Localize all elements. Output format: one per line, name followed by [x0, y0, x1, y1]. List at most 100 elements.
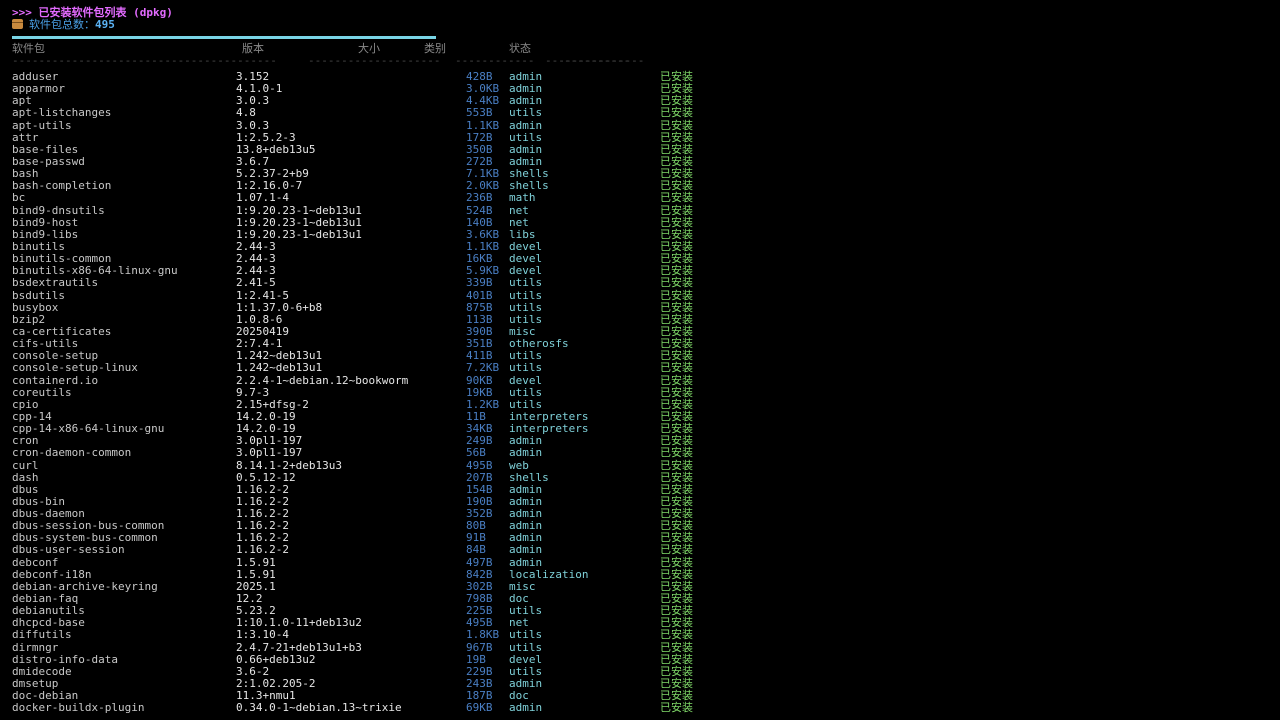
package-size: 207B	[466, 470, 493, 484]
package-version: 1:2.41-5	[236, 288, 289, 302]
package-category: math	[509, 191, 536, 205]
table-row: dbus-user-session 1.16.2-2 84B admin 已安装	[12, 544, 1272, 556]
table-row: dhcpcd-base 1:10.1.0-11+deb13u2 495B net 已安装	[12, 617, 1272, 629]
table-row: adduser 3.152 428B admin 已安装	[12, 70, 1272, 83]
table-row: dbus-session-bus-common 1.16.2-2 80B admin 已…	[12, 520, 1272, 532]
progress-bar	[12, 36, 436, 39]
table-row: attr 1:2.5.2-3 172B utils 已安装	[12, 131, 1272, 144]
package-name: bsdutils	[12, 288, 65, 302]
package-version: 4.8	[236, 106, 256, 120]
package-version: 3.0pl1-197	[236, 446, 303, 460]
table-row: doc-debian 11.3+nmu1 187B doc 已安装	[12, 690, 1272, 702]
table-row: dmidecode 3.6-2 229B utils 已安装	[12, 665, 1272, 678]
package-size: 1.1KB	[466, 118, 500, 132]
package-status: 已安装	[660, 385, 693, 399]
package-size: 875B	[466, 300, 493, 314]
table-row: docker-buildx-plugin 0.34.0-1~debian.13~t…	[12, 702, 1272, 714]
package-version: 3.0.3	[236, 118, 270, 132]
package-version: 2.2.4-1~debian.12~bookworm	[236, 373, 409, 387]
package-name: bash-completion	[12, 179, 112, 193]
package-category: admin	[509, 701, 543, 715]
table-row: dbus-daemon 1.16.2-2 352B admin 已安装	[12, 507, 1272, 520]
package-category: admin	[509, 446, 543, 460]
separator-name: ----------------------------------------	[12, 55, 277, 67]
package-category: utils	[509, 628, 543, 642]
package-size: 524B	[466, 203, 493, 217]
table-row: dirmngr 2.4.7-21+deb13u1+b3 967B utils 已安装	[12, 640, 1272, 654]
separator-status: ----------	[564, 55, 631, 67]
package-name: docker-buildx-plugin	[12, 701, 145, 715]
package-category: utils	[509, 300, 543, 314]
table-row: bsdutils 1:2.41-5 401B utils 已安装	[12, 288, 1272, 302]
table-row: console-setup-linux 1.242~deb13u1 7.2KB uti…	[12, 362, 1272, 374]
table-row: diffutils 1:3.10-4 1.8KB utils 已安装	[12, 629, 1272, 641]
table-row: bind9-libs 1:9.20.23-1~deb13u1 3.6KB libs 已安…	[12, 228, 1272, 241]
table-row: cifs-utils 2:7.4-1 351B otherosfs 已安装	[12, 337, 1272, 350]
table-row: binutils-common 2.44-3 16KB devel 已安装	[12, 252, 1272, 265]
header-status: 状态	[509, 42, 531, 55]
package-version: 1:9.20.23-1~deb13u1	[236, 203, 362, 217]
table-row: apt-listchanges 4.8 553B utils 已安装	[12, 107, 1272, 119]
command-title: >>> 已安装软件包列表 (dpkg)	[12, 6, 173, 19]
package-status: 已安装	[660, 555, 693, 569]
package-size: 90KB	[466, 373, 493, 387]
package-size: 553B	[466, 106, 493, 120]
package-size: 495B	[466, 458, 493, 472]
package-size: 1.8KB	[466, 628, 500, 642]
package-category: utils	[509, 276, 543, 290]
table-row: coreutils 9.7-3 19KB utils 已安装	[12, 385, 1272, 399]
package-version: 0.34.0-1~debian.13~trixie	[236, 701, 402, 715]
package-version: 8.14.1-2+deb13u3	[236, 458, 342, 472]
package-box-icon	[12, 19, 23, 29]
table-row: bsdextrautils 2.41-5 339B utils 已安装	[12, 277, 1272, 289]
terminal-output[interactable]: >>> 已安装软件包列表 (dpkg) 软件包总数：495 软件包 版本 大小 …	[12, 6, 1272, 714]
package-size: 7.2KB	[466, 361, 500, 375]
package-name: coreutils	[12, 385, 72, 399]
package-version: 2.41-5	[236, 276, 276, 290]
table-row: dash 0.5.12-12 207B shells 已安装	[12, 470, 1272, 484]
package-name: dirmngr	[12, 640, 59, 654]
package-category: utils	[509, 361, 543, 375]
table-row: cron 3.0pl1-197 249B admin 已安装	[12, 435, 1272, 447]
package-name: containerd.io	[12, 373, 99, 387]
table-row: console-setup 1.242~deb13u1 411B utils 已安装	[12, 350, 1272, 362]
table-row: bc 1.07.1-4 236B math 已安装	[12, 192, 1272, 204]
table-row: bzip2 1.0.8-6 113B utils 已安装	[12, 313, 1272, 326]
header-name: 软件包	[12, 42, 45, 55]
package-category: admin	[509, 543, 543, 557]
header-version: 版本	[242, 42, 264, 55]
package-count-value: 495	[95, 18, 115, 31]
table-row: dbus 1.16.2-2 154B admin 已安装	[12, 483, 1272, 496]
table-row: binutils-x86-64-linux-gnu 2.44-3 5.9KB deve…	[12, 265, 1272, 277]
package-size: 339B	[466, 276, 493, 290]
table-row: distro-info-data 0.66+deb13u2 19B devel 已安装	[12, 653, 1272, 666]
table-header: 软件包 版本 大小 类别 状态	[12, 43, 1272, 55]
progress-bar-fill	[12, 36, 436, 39]
package-name: curl	[12, 458, 39, 472]
package-name: apt-listchanges	[12, 106, 112, 120]
package-version: 1:3.10-4	[236, 628, 289, 642]
package-category: utils	[509, 640, 543, 654]
table-row: cron-daemon-common 3.0pl1-197 56B admin 已安装	[12, 447, 1272, 459]
package-status: 已安装	[660, 191, 693, 205]
table-row: cpio 2.15+dfsg-2 1.2KB utils 已安装	[12, 398, 1272, 411]
package-category: admin	[509, 555, 543, 569]
package-size: 401B	[466, 288, 493, 302]
table-row: binutils 2.44-3 1.1KB devel 已安装	[12, 240, 1272, 253]
package-name: busybox	[12, 300, 59, 314]
package-name: debconf	[12, 555, 59, 569]
package-count-label: 软件包总数：	[29, 18, 95, 31]
package-category: net	[509, 203, 529, 217]
table-row: cpp-14-x86-64-linux-gnu 14.2.0-19 34KB inte…	[12, 422, 1272, 435]
package-size: 19KB	[466, 385, 493, 399]
package-size: 236B	[466, 191, 493, 205]
package-name: bc	[12, 191, 26, 205]
package-list: adduser 3.152 428B admin 已安装 apparmor 4.1.0-1 3…	[12, 70, 1272, 714]
header-size: 大小	[358, 42, 380, 55]
table-row: dmsetup 2:1.02.205-2 243B admin 已安装	[12, 677, 1272, 690]
package-size: 56B	[466, 446, 486, 460]
table-row: apparmor 4.1.0-1 3.0KB admin 已安装	[12, 82, 1272, 95]
table-separator: ----------------------------------------…	[12, 55, 1272, 67]
table-row: containerd.io 2.2.4-1~debian.12~bookworm 9…	[12, 373, 1272, 387]
package-status: 已安装	[660, 640, 693, 654]
